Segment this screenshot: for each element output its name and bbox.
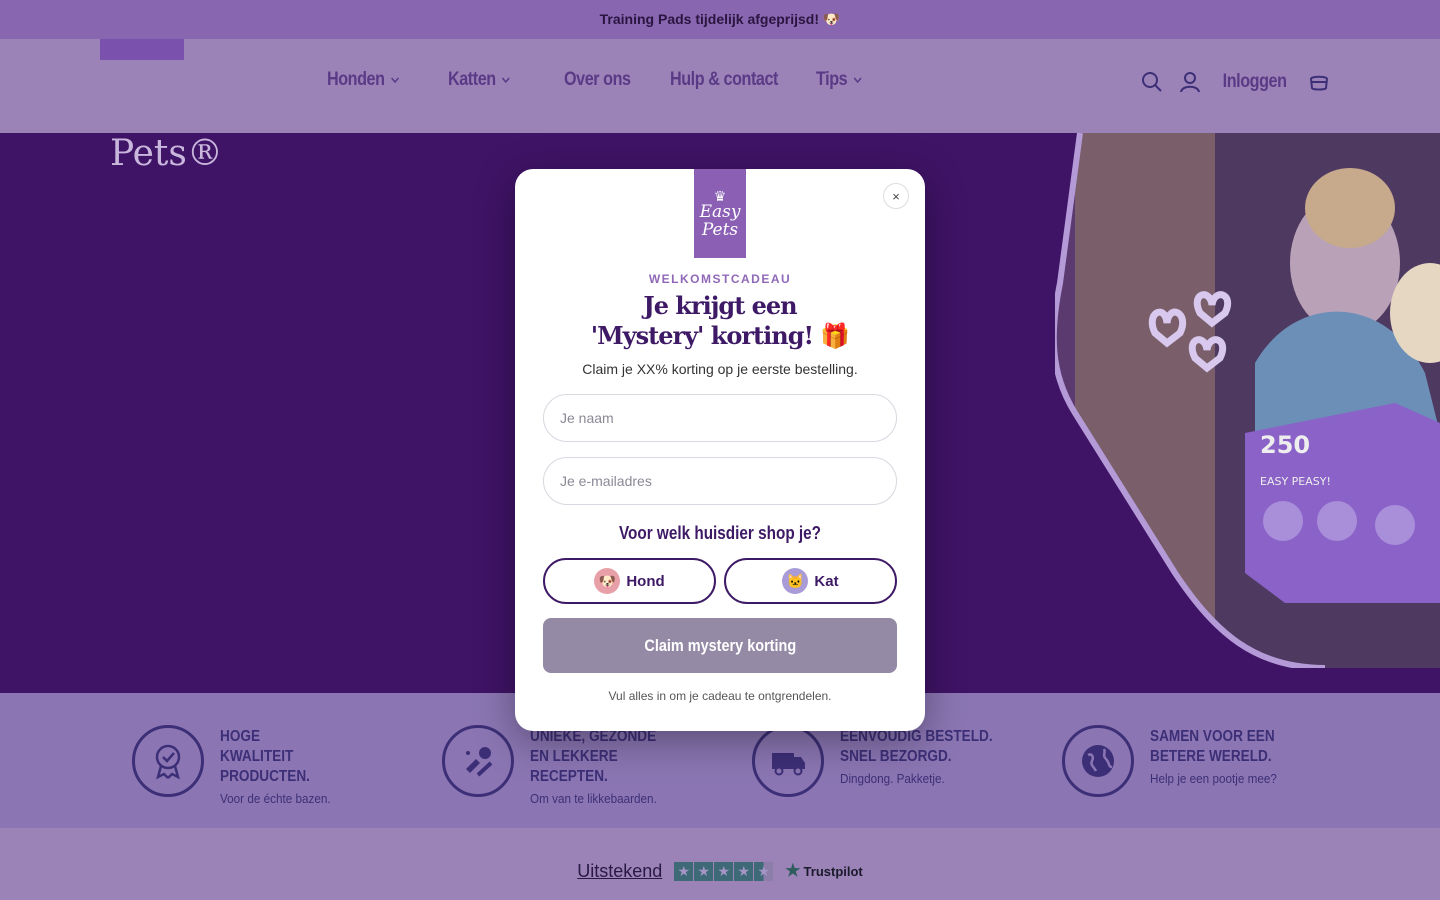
- star-icon: ★: [734, 861, 754, 881]
- usp-text: EENVOUDIG BESTELD. SNEL BEZORGD. Dingdon…: [840, 725, 1030, 786]
- delivery-truck-icon: [752, 725, 824, 797]
- nav-label: Hulp & contact: [670, 69, 779, 90]
- announcement-bar: Training Pads tijdelijk afgeprijsd! 🐶: [0, 0, 1440, 39]
- pet-option-dog-button[interactable]: 🐶 Hond: [543, 558, 716, 604]
- cat-avatar-icon: 🐱: [782, 568, 809, 594]
- pet-option-label: Hond: [626, 572, 665, 590]
- usp-item: EENVOUDIG BESTELD. SNEL BEZORGD. Dingdon…: [752, 725, 1030, 797]
- pet-question: Voor welk huisdier shop je?: [618, 523, 822, 543]
- trustpilot-star-icon: ★: [785, 861, 801, 880]
- chevron-down-icon: [853, 77, 862, 84]
- nav-item-honden[interactable]: Honden: [327, 69, 430, 91]
- trustpilot-band: Uitstekend ★ ★ ★ ★ ★ ★ Trustpilot: [0, 828, 1440, 900]
- nav-label: Tips: [816, 69, 848, 90]
- usp-text: UNIEKE, GEZONDE EN LEKKERE RECEPTEN. Om …: [530, 725, 690, 806]
- nav-item-tips[interactable]: Tips: [816, 69, 863, 91]
- easy-pets-logo: ♛ Easy Pets: [694, 169, 746, 258]
- email-input[interactable]: [543, 457, 897, 505]
- logo-word-easy: Easy: [699, 201, 741, 222]
- trustpilot-logo[interactable]: ★ Trustpilot: [785, 861, 862, 881]
- modal-hint: Vul alles in om je cadeau te ontgrendele…: [608, 689, 832, 703]
- search-icon[interactable]: [1141, 71, 1163, 93]
- cart-icon[interactable]: [1308, 71, 1330, 93]
- usp-title: UNIEKE, GEZONDE EN LEKKERE RECEPTEN.: [530, 728, 657, 785]
- hero-logo: Pets®: [110, 133, 223, 174]
- account-icon[interactable]: [1179, 71, 1201, 93]
- usp-subtitle: Om van te likkebaarden.: [530, 791, 657, 806]
- usp-text: SAMEN VOOR EEN BETERE WERELD. Help je ee…: [1150, 725, 1330, 786]
- star-icon: ★: [674, 861, 694, 881]
- hero-photo: 250 EASY PEASY!: [1055, 133, 1440, 668]
- nav-item-over-ons[interactable]: Over ons: [564, 69, 654, 91]
- trust-rating-link[interactable]: Uitstekend: [577, 861, 662, 882]
- pet-option-cat-button[interactable]: 🐱 Kat: [724, 558, 897, 604]
- svg-text:EASY PEASY!: EASY PEASY!: [1260, 475, 1331, 488]
- name-input[interactable]: [543, 394, 897, 442]
- usp-item: HOGE KWALITEIT PRODUCTEN. Voor de échte …: [132, 725, 343, 806]
- modal-subtitle: Claim je XX% korting op je eerste bestel…: [582, 361, 858, 377]
- star-icon: ★: [714, 861, 734, 881]
- site-header: Honden Katten Over ons Hulp & contact Ti…: [0, 39, 1440, 133]
- globe-icon: [1062, 725, 1134, 797]
- header-actions: Inloggen: [1141, 71, 1330, 93]
- svg-text:250: 250: [1260, 431, 1310, 459]
- main-nav: Honden Katten Over ons Hulp & contact Ti…: [327, 69, 871, 91]
- crown-icon: ♛: [713, 187, 727, 204]
- nav-label: Honden: [327, 69, 385, 90]
- welcome-gift-modal: ♛ Easy Pets × WELKOMSTCADEAU Je krijgt e…: [515, 169, 925, 731]
- award-ribbon-icon: [132, 725, 204, 797]
- usp-subtitle: Voor de échte bazen.: [220, 791, 331, 806]
- usp-subtitle: Help je een pootje mee?: [1150, 771, 1277, 786]
- chevron-down-icon: [502, 77, 510, 84]
- modal-title: Je krijgt een 'Mystery' korting! 🎁: [515, 291, 925, 351]
- nav-label: Katten: [448, 69, 496, 90]
- food-icon: [442, 725, 514, 797]
- nav-label: Over ons: [564, 69, 631, 90]
- claim-discount-button[interactable]: Claim mystery korting: [543, 618, 897, 673]
- half-star-icon: ★: [754, 861, 774, 881]
- star-icon: ★: [694, 861, 714, 881]
- logo-word-pets: Pets: [701, 219, 739, 240]
- trust-stars: ★ ★ ★ ★ ★: [674, 861, 774, 881]
- chevron-down-icon: [390, 77, 399, 84]
- announcement-text: Training Pads tijdelijk afgeprijsd! 🐶: [599, 11, 841, 27]
- usp-title: HOGE KWALITEIT PRODUCTEN.: [220, 728, 310, 785]
- nav-item-hulp-contact[interactable]: Hulp & contact: [670, 69, 794, 91]
- pet-option-label: Kat: [814, 572, 839, 590]
- modal-title-line1: Je krijgt een: [643, 291, 797, 320]
- login-link[interactable]: Inloggen: [1222, 71, 1286, 93]
- modal-eyebrow: WELKOMSTCADEAU: [648, 272, 792, 286]
- dog-avatar-icon: 🐶: [594, 568, 621, 594]
- modal-title-line2: 'Mystery' korting! 🎁: [590, 321, 851, 350]
- usp-item: SAMEN VOOR EEN BETERE WERELD. Help je ee…: [1062, 725, 1330, 797]
- usp-item: UNIEKE, GEZONDE EN LEKKERE RECEPTEN. Om …: [442, 725, 690, 806]
- nav-item-katten[interactable]: Katten: [448, 69, 547, 91]
- close-button[interactable]: ×: [883, 183, 909, 209]
- claim-discount-label: Claim mystery korting: [644, 635, 796, 655]
- usp-title: SAMEN VOOR EEN BETERE WERELD.: [1150, 728, 1275, 765]
- logo-tab[interactable]: [100, 39, 184, 60]
- usp-title: EENVOUDIG BESTELD. SNEL BEZORGD.: [840, 728, 993, 765]
- trustpilot-brand: Trustpilot: [803, 863, 863, 879]
- usp-text: HOGE KWALITEIT PRODUCTEN. Voor de échte …: [220, 725, 343, 806]
- usp-subtitle: Dingdong. Pakketje.: [840, 771, 945, 786]
